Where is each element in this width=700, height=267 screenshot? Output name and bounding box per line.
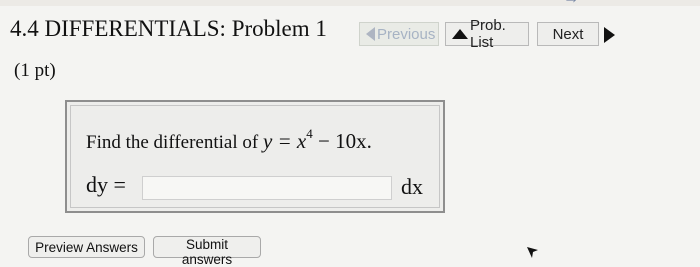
dy-label: dy =	[86, 172, 126, 197]
mouse-cursor-icon	[527, 247, 538, 258]
answer-input[interactable]	[142, 176, 392, 200]
equation: y = x4 − 10x.	[262, 126, 372, 153]
equation-rhs: − 10x.	[312, 129, 372, 153]
arrow-right-icon[interactable]	[604, 27, 615, 43]
preview-answers-button[interactable]: Preview Answers	[28, 236, 145, 258]
arrow-up-icon	[452, 29, 468, 39]
previous-button[interactable]: Previous	[359, 22, 439, 46]
page-title: 4.4 DIFFERENTIALS: Problem 1	[10, 16, 327, 41]
points-label: (1 pt)	[14, 60, 56, 81]
top-banner: →	[563, 0, 580, 8]
prob-list-label: Prob. List	[470, 17, 506, 51]
prompt-text: Find the differential of	[86, 132, 263, 153]
previous-label: Previous	[377, 25, 436, 43]
top-strip	[0, 0, 700, 6]
problem-prompt: Find the differential of y = x4 − 10x.	[86, 126, 372, 154]
dx-label: dx	[401, 174, 423, 199]
prob-list-button[interactable]: Prob. List	[445, 17, 529, 51]
arrow-left-icon	[366, 27, 375, 41]
next-label: Next	[552, 25, 584, 43]
equation-exponent: 4	[306, 126, 313, 141]
next-button[interactable]: Next	[537, 22, 599, 46]
problem-box: Find the differential of y = x4 − 10x. d…	[65, 100, 445, 213]
equation-lhs: y = x	[262, 129, 307, 153]
submit-answers-button[interactable]: Submit answers	[153, 236, 261, 267]
